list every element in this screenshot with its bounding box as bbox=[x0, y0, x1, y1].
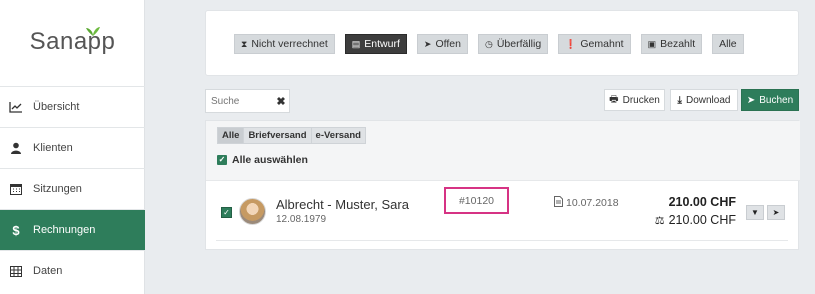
hourglass-icon: ⧗ bbox=[241, 38, 248, 49]
dollar-icon: $ bbox=[12, 222, 20, 238]
filter-label: Nicht verrechnet bbox=[251, 38, 328, 50]
download-button[interactable]: ⤓ Download bbox=[670, 89, 738, 111]
document-icon bbox=[554, 196, 563, 210]
print-button[interactable]: 🖶 Drucken bbox=[604, 89, 665, 111]
sidebar-item-label: Klienten bbox=[33, 142, 73, 154]
invoice-row[interactable]: ✓ Albrecht - Muster, Sara 12.08.1979 #10… bbox=[206, 185, 800, 241]
clock-icon: ◷ bbox=[484, 38, 493, 49]
filter-nicht-verrechnet-button[interactable]: ⧗ Nicht verrechnet bbox=[234, 34, 335, 54]
app-logo[interactable]: Sanapp bbox=[0, 27, 145, 56]
invoice-balance-text: 210.00 CHF bbox=[668, 213, 736, 227]
avatar bbox=[239, 198, 266, 225]
print-button-label: Drucken bbox=[622, 94, 660, 106]
search-box: ✖ bbox=[205, 89, 290, 113]
sidebar-item-klienten[interactable]: Klienten bbox=[0, 127, 145, 168]
client-birthdate: 12.08.1979 bbox=[276, 214, 327, 225]
send-icon: ➤ bbox=[746, 94, 756, 106]
select-all-checkbox[interactable]: ✓ Alle auswählen bbox=[217, 154, 308, 166]
close-icon[interactable]: ✖ bbox=[273, 95, 289, 108]
search-input[interactable] bbox=[211, 91, 273, 111]
sidebar: Sanapp Übersicht Klienten Sitzungen $ Re… bbox=[0, 0, 145, 294]
row-send-button[interactable]: ➤ bbox=[767, 205, 785, 220]
sidebar-item-label: Rechnungen bbox=[33, 224, 96, 236]
status-filter-group: ⧗ Nicht verrechnet ▤ Entwurf ➤ Offen ◷ Ü… bbox=[234, 34, 744, 54]
balance-scale-icon: ⚖ bbox=[654, 214, 665, 227]
status-filter-panel: ⧗ Nicht verrechnet ▤ Entwurf ➤ Offen ◷ Ü… bbox=[205, 10, 799, 76]
printer-icon: 🖶 bbox=[609, 93, 619, 105]
caret-down-icon: ▼ bbox=[751, 208, 759, 217]
chart-icon bbox=[9, 100, 23, 114]
list-header: Alle Briefversand e-Versand ✓ Alle auswä… bbox=[206, 121, 800, 181]
segment-briefversand[interactable]: Briefversand bbox=[243, 127, 312, 144]
user-icon bbox=[9, 141, 23, 155]
select-all-label: Alle auswählen bbox=[232, 154, 308, 166]
sidebar-nav: Übersicht Klienten Sitzungen $ Rechnunge… bbox=[0, 86, 145, 291]
filter-label: Überfällig bbox=[496, 38, 542, 50]
draft-icon: ▤ bbox=[351, 38, 361, 49]
client-name[interactable]: Albrecht - Muster, Sara bbox=[276, 197, 409, 212]
dispatch-segment-group: Alle Briefversand e-Versand bbox=[217, 127, 366, 144]
leaf-icon bbox=[86, 27, 100, 36]
invoice-balance: ⚖ 210.00 CHF bbox=[655, 213, 736, 227]
download-icon: ⤓ bbox=[677, 94, 682, 106]
sidebar-item-uebersicht[interactable]: Übersicht bbox=[0, 86, 145, 127]
segment-e-versand[interactable]: e-Versand bbox=[310, 127, 366, 144]
book-button-label: Buchen bbox=[759, 94, 794, 106]
sidebar-item-rechnungen[interactable]: $ Rechnungen bbox=[0, 209, 145, 250]
checkbox-checked-icon: ✓ bbox=[217, 155, 227, 165]
filter-label: Offen bbox=[435, 38, 461, 50]
filter-gemahnt-button[interactable]: ❗ Gemahnt bbox=[558, 34, 631, 54]
sidebar-item-label: Daten bbox=[33, 265, 63, 277]
sidebar-item-label: Sitzungen bbox=[33, 183, 82, 195]
money-icon: ▣ bbox=[647, 38, 657, 49]
alert-icon: ❗ bbox=[565, 38, 577, 49]
filter-ueberfaellig-button[interactable]: ◷ Überfällig bbox=[477, 34, 549, 54]
filter-label: Entwurf bbox=[364, 38, 400, 50]
row-dropdown-button[interactable]: ▼ bbox=[746, 205, 764, 220]
invoice-amount: 210.00 CHF bbox=[668, 195, 736, 209]
invoice-date: 10.07.2018 bbox=[554, 196, 619, 210]
invoice-number[interactable]: #10120 bbox=[444, 187, 509, 214]
invoice-date-text: 10.07.2018 bbox=[566, 197, 619, 209]
sidebar-item-label: Übersicht bbox=[33, 101, 80, 113]
book-button[interactable]: ➤ Buchen bbox=[741, 89, 799, 111]
sidebar-item-sitzungen[interactable]: Sitzungen bbox=[0, 168, 145, 209]
invoice-list-panel: Alle Briefversand e-Versand ✓ Alle auswä… bbox=[205, 120, 800, 250]
segment-alle[interactable]: Alle bbox=[217, 127, 245, 144]
calendar-icon bbox=[9, 182, 23, 196]
logo-text: Sanapp bbox=[29, 28, 116, 55]
filter-alle-button[interactable]: Alle bbox=[712, 34, 744, 54]
send-icon: ➤ bbox=[772, 208, 780, 217]
filter-label: Gemahnt bbox=[580, 38, 624, 50]
filter-label: Alle bbox=[719, 38, 737, 50]
invoice-number-text: #10120 bbox=[458, 194, 495, 207]
filter-label: Bezahlt bbox=[660, 38, 696, 50]
row-divider bbox=[216, 240, 788, 241]
filter-offen-button[interactable]: ➤ Offen bbox=[416, 34, 468, 54]
sidebar-item-daten[interactable]: Daten bbox=[0, 250, 145, 291]
table-icon bbox=[9, 264, 23, 278]
download-button-label: Download bbox=[685, 94, 731, 106]
row-checkbox[interactable]: ✓ bbox=[221, 207, 232, 218]
filter-bezahlt-button[interactable]: ▣ Bezahlt bbox=[640, 34, 703, 54]
send-icon: ➤ bbox=[423, 38, 432, 49]
filter-entwurf-button[interactable]: ▤ Entwurf bbox=[344, 34, 407, 54]
